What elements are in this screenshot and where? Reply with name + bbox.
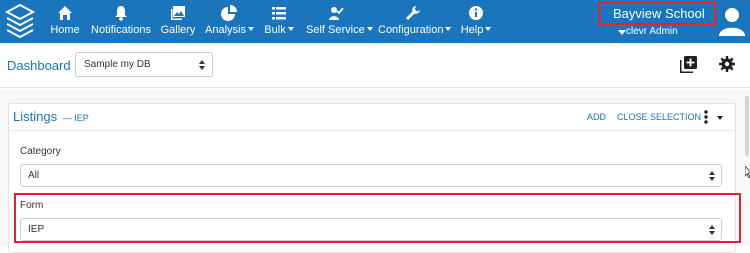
- chevron-down-icon: [485, 27, 492, 31]
- category-select-value: All: [28, 170, 40, 181]
- list-icon: [272, 7, 286, 20]
- chevron-down-icon: [366, 27, 373, 31]
- select-arrows-icon: [709, 171, 715, 181]
- nav-home[interactable]: Home: [50, 2, 80, 42]
- nav-notifications[interactable]: Notifications: [91, 2, 151, 42]
- panel-subtitle: — IEP: [62, 113, 89, 123]
- user-name: clevr Admin: [626, 26, 678, 37]
- nav-self-service[interactable]: Self Service: [306, 2, 373, 42]
- listings-panel-header: Listings — IEP ADD CLOSE SELECTION: [9, 104, 735, 131]
- select-arrows-icon: [199, 60, 205, 70]
- nav-self-service-label: Self Service: [306, 24, 365, 36]
- user-avatar-icon[interactable]: [717, 5, 747, 37]
- info-icon: [469, 6, 483, 20]
- category-label: Category: [20, 146, 61, 157]
- database-select[interactable]: Sample my DB: [75, 52, 213, 77]
- nav-analysis[interactable]: Analysis: [205, 2, 254, 42]
- add-link[interactable]: ADD: [587, 112, 606, 122]
- form-field-highlight: [14, 193, 741, 243]
- gallery-icon: [171, 6, 185, 20]
- page-title: Dashboard: [7, 58, 71, 73]
- database-select-value: Sample my DB: [84, 59, 151, 70]
- category-select[interactable]: All: [20, 164, 722, 187]
- top-navbar: Home Notifications Gallery Analysis Bulk…: [0, 0, 750, 43]
- close-selection-link[interactable]: CLOSE SELECTION: [617, 112, 701, 122]
- gear-icon[interactable]: [719, 56, 735, 72]
- school-name: Bayview School: [613, 6, 705, 21]
- chevron-down-icon: [287, 27, 294, 31]
- nav-home-label: Home: [50, 24, 80, 36]
- nav-configuration-label: Configuration: [378, 24, 444, 36]
- page-scrollbar[interactable]: [745, 96, 749, 156]
- panel-title: Listings: [13, 109, 58, 124]
- collapse-chevron-icon[interactable]: [717, 116, 723, 120]
- nav-bulk[interactable]: Bulk: [264, 2, 294, 42]
- nav-help[interactable]: Help: [460, 2, 492, 42]
- chevron-down-icon: [247, 27, 254, 31]
- nav-configuration[interactable]: Configuration: [378, 2, 452, 42]
- app-logo-icon[interactable]: [4, 3, 36, 39]
- user-check-icon: [329, 7, 344, 20]
- chevron-down-icon: [445, 27, 452, 31]
- school-selector[interactable]: Bayview School: [598, 2, 716, 35]
- add-widget-icon[interactable]: [680, 56, 697, 73]
- nav-analysis-label: Analysis: [205, 24, 246, 36]
- home-icon: [58, 6, 72, 20]
- nav-notifications-label: Notifications: [91, 24, 151, 36]
- nav-gallery-label: Gallery: [160, 24, 196, 36]
- nav-help-label: Help: [460, 24, 484, 36]
- wrench-icon: [406, 6, 420, 20]
- more-options-icon[interactable]: [704, 110, 708, 124]
- bell-icon: [115, 6, 127, 21]
- mouse-cursor-icon: [745, 166, 750, 178]
- nav-bulk-label: Bulk: [264, 24, 286, 36]
- chevron-down-icon: [618, 30, 626, 35]
- pie-chart-icon: [221, 5, 237, 21]
- nav-gallery[interactable]: Gallery: [160, 2, 196, 42]
- dashboard-toolbar: Dashboard Sample my DB: [0, 43, 750, 88]
